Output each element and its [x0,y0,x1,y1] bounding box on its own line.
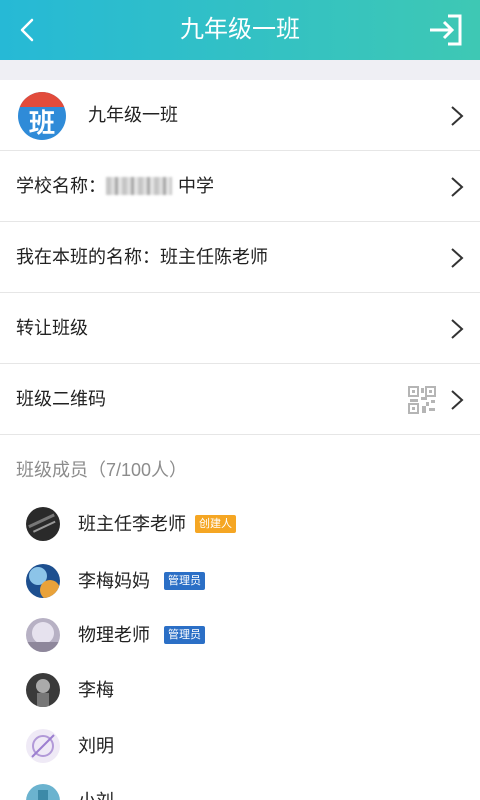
member-item[interactable]: 物理老师 管理员 [0,608,480,664]
member-name: 刘明 [78,736,114,756]
chevron-right-icon [451,390,464,410]
member-avatar [26,673,60,707]
chevron-right-icon [451,248,464,268]
transfer-class-row[interactable]: 转让班级 [0,293,480,364]
class-qrcode-row[interactable]: 班级二维码 [0,364,480,435]
school-name-suffix: 中学 [178,176,214,196]
member-name: 小刘 [78,774,114,800]
qrcode-icon [408,386,436,414]
my-class-name-value: 班主任陈老师 [160,247,268,267]
class-info-row[interactable]: 班 九年级一班 [0,80,480,151]
member-item[interactable]: 李梅妈妈 管理员 [0,554,480,610]
page-title: 九年级一班 [180,16,300,43]
my-class-name-label: 我在本班的名称：班主任陈老师 [16,222,268,293]
member-avatar [26,784,60,800]
member-item[interactable]: 刘明 [0,719,480,775]
member-name: 李梅 [78,680,114,700]
member-avatar [26,729,60,763]
redacted-school-name [106,177,172,195]
class-logo: 班 [18,92,66,140]
school-name-row[interactable]: 学校名称： 中学 [0,151,480,222]
class-logo-text: 班 [28,108,55,138]
my-class-name-row[interactable]: 我在本班的名称：班主任陈老师 [0,222,480,293]
chevron-right-icon [451,319,464,339]
member-name: 物理老师 [78,625,150,645]
member-item[interactable]: 小刘 [0,774,480,800]
school-name-prefix: 学校名称： [16,176,106,196]
creator-badge: 创建人 [195,515,236,533]
member-name: 李梅妈妈 [78,571,150,591]
members-header: 班级成员（7/100人） [16,460,188,480]
exit-icon[interactable] [426,12,466,48]
admin-badge: 管理员 [164,572,205,590]
member-item[interactable]: 班主任李老师 创建人 [0,497,480,553]
my-class-name-prefix: 我在本班的名称： [16,247,160,267]
app-header: 九年级一班 [0,0,480,60]
member-name: 班主任李老师 [78,514,186,534]
class-name: 九年级一班 [88,105,178,125]
member-avatar [26,564,60,598]
member-avatar [26,507,60,541]
section-gap [0,60,480,80]
class-qrcode-label: 班级二维码 [16,389,106,409]
member-item[interactable]: 李梅 [0,663,480,719]
admin-badge: 管理员 [164,626,205,644]
member-avatar [26,618,60,652]
chevron-right-icon [451,177,464,197]
school-name-label: 学校名称： 中学 [16,151,214,222]
transfer-class-label: 转让班级 [16,318,88,338]
chevron-right-icon [451,106,464,126]
